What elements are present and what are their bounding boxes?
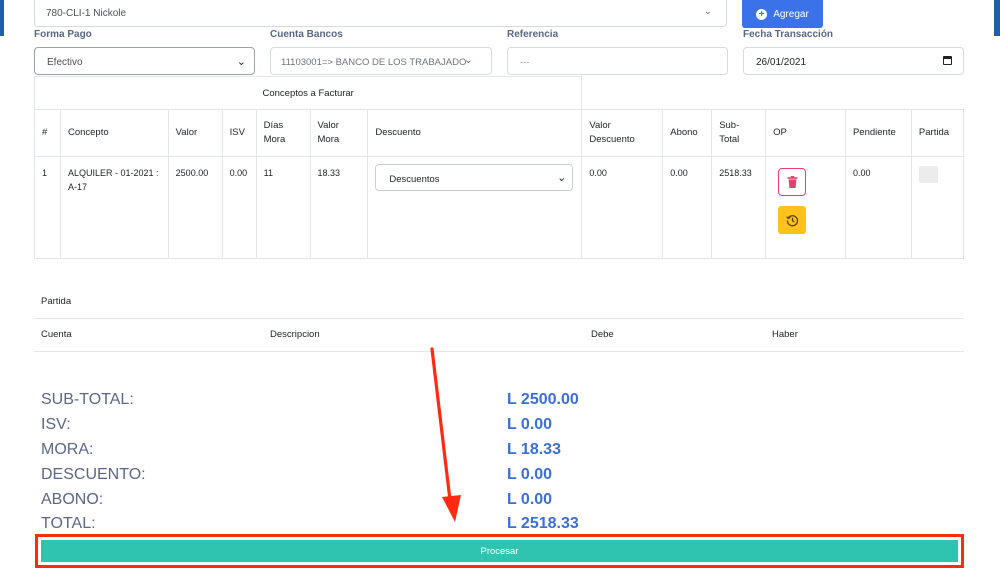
- partida-col-haber: Haber: [772, 329, 798, 340]
- cell-pendiente: 0.00: [844, 156, 912, 259]
- forma-pago-value: Efectivo: [47, 57, 83, 68]
- conceptos-title: Conceptos a Facturar: [33, 76, 583, 110]
- subtotal-value: L 2500.00: [507, 391, 579, 408]
- cuenta-bancos-label: Cuenta Bancos: [270, 29, 343, 40]
- client-select-value: 780-CLI-1 Nickole: [46, 8, 127, 19]
- partida-checkbox[interactable]: [918, 166, 938, 183]
- cell-valor-descuento: 0.00: [581, 156, 664, 259]
- table-header-row: # Concepto Valor ISV Días Mora Valor Mora …: [34, 109, 965, 157]
- delete-button[interactable]: [778, 168, 807, 196]
- chevron-down-icon: ⌄: [236, 56, 246, 68]
- col-op: OP: [765, 109, 846, 157]
- cell-valor: 2500.00: [167, 156, 223, 259]
- left-edge-accent: [0, 0, 4, 36]
- descuento-value: L 0.00: [507, 466, 553, 483]
- history-icon: [785, 214, 798, 226]
- partida-col-cuenta: Cuenta: [41, 329, 72, 340]
- plus-circle-icon: +: [756, 8, 768, 20]
- add-button-label: Agregar: [773, 8, 809, 20]
- divider: [34, 318, 964, 319]
- partida-title: Partida: [41, 296, 72, 307]
- descuento-label: DESCUENTO:: [41, 466, 146, 483]
- total-value: L 2518.33: [507, 515, 579, 532]
- cell-descuento: Descuentos ⌄: [367, 156, 583, 259]
- cell-valor-mora: 18.33: [309, 156, 369, 259]
- col-pendiente: Pendiente: [844, 109, 912, 157]
- right-edge-accent: [994, 0, 1000, 36]
- referencia-placeholder: ---: [520, 57, 530, 68]
- fecha-transaccion-value: 26/01/2021: [756, 57, 807, 68]
- history-button[interactable]: [778, 206, 807, 234]
- cuenta-bancos-select[interactable]: 11103001=> BANCO DE LOS TRABAJADO ⌄: [270, 47, 492, 75]
- client-select[interactable]: 780-CLI-1 Nickole ⌄: [34, 0, 727, 27]
- descuento-select[interactable]: Descuentos ⌄: [375, 164, 574, 191]
- col-dias-mora: Días Mora: [255, 109, 311, 157]
- referencia-label: Referencia: [507, 29, 559, 40]
- procesar-button-label: Procesar: [480, 545, 519, 557]
- procesar-highlight-box: Procesar: [35, 534, 964, 568]
- col-num: #: [34, 109, 61, 157]
- isv-value: L 0.00: [507, 416, 553, 433]
- mora-label: MORA:: [41, 441, 94, 458]
- divider: [34, 351, 964, 352]
- partida-col-debe: Debe: [591, 329, 614, 340]
- cell-isv: 0.00: [221, 156, 257, 259]
- subtotal-label: SUB-TOTAL:: [41, 391, 134, 408]
- trash-icon: [787, 176, 798, 188]
- col-concepto: Concepto: [59, 109, 169, 157]
- forma-pago-label: Forma Pago: [34, 29, 92, 40]
- descuento-select-value: Descuentos: [389, 174, 440, 185]
- chevron-down-icon: ⌄: [703, 6, 712, 17]
- fecha-transaccion-input[interactable]: 26/01/2021: [743, 47, 964, 75]
- cuenta-bancos-value: 11103001=> BANCO DE LOS TRABAJADO: [281, 57, 467, 68]
- referencia-input[interactable]: ---: [507, 47, 728, 75]
- col-valor-mora: Valor Mora: [309, 109, 369, 157]
- cell-num: 1: [34, 156, 61, 259]
- col-partida: Partida: [910, 109, 965, 157]
- isv-label: ISV:: [41, 416, 71, 433]
- chevron-down-icon: ⌄: [463, 54, 473, 66]
- col-sub-total: Sub- Total: [711, 109, 767, 157]
- forma-pago-select[interactable]: Efectivo ⌄: [34, 47, 255, 75]
- procesar-button[interactable]: Procesar: [41, 540, 958, 562]
- abono-label: ABONO:: [41, 491, 104, 508]
- chevron-down-icon: ⌄: [557, 172, 567, 184]
- cell-abono: 0.00: [662, 156, 713, 259]
- col-abono: Abono: [662, 109, 713, 157]
- col-valor-descuento: Valor Descuento: [581, 109, 664, 157]
- abono-value: L 0.00: [507, 491, 553, 508]
- mora-value: L 18.33: [507, 441, 561, 458]
- col-descuento: Descuento: [367, 109, 583, 157]
- col-isv: ISV: [221, 109, 257, 157]
- cell-partida: [910, 156, 965, 259]
- fecha-transaccion-label: Fecha Transacción: [743, 29, 834, 40]
- table-row: 1 ALQUILER - 01-2021 : A-17 2500.00 0.00 …: [34, 156, 965, 259]
- cell-concepto: ALQUILER - 01-2021 : A-17: [59, 156, 169, 259]
- partida-col-descripcion: Descripcion: [270, 329, 320, 340]
- cell-dias-mora: 11: [255, 156, 311, 259]
- cell-op: [765, 156, 846, 259]
- add-button[interactable]: + Agregar: [742, 0, 823, 28]
- conceptos-table: Conceptos a Facturar # Concepto Valor IS…: [33, 76, 965, 259]
- calendar-icon[interactable]: [943, 56, 952, 65]
- cell-sub-total: 2518.33: [711, 156, 767, 259]
- col-valor: Valor: [167, 109, 223, 157]
- total-label: TOTAL:: [41, 515, 96, 532]
